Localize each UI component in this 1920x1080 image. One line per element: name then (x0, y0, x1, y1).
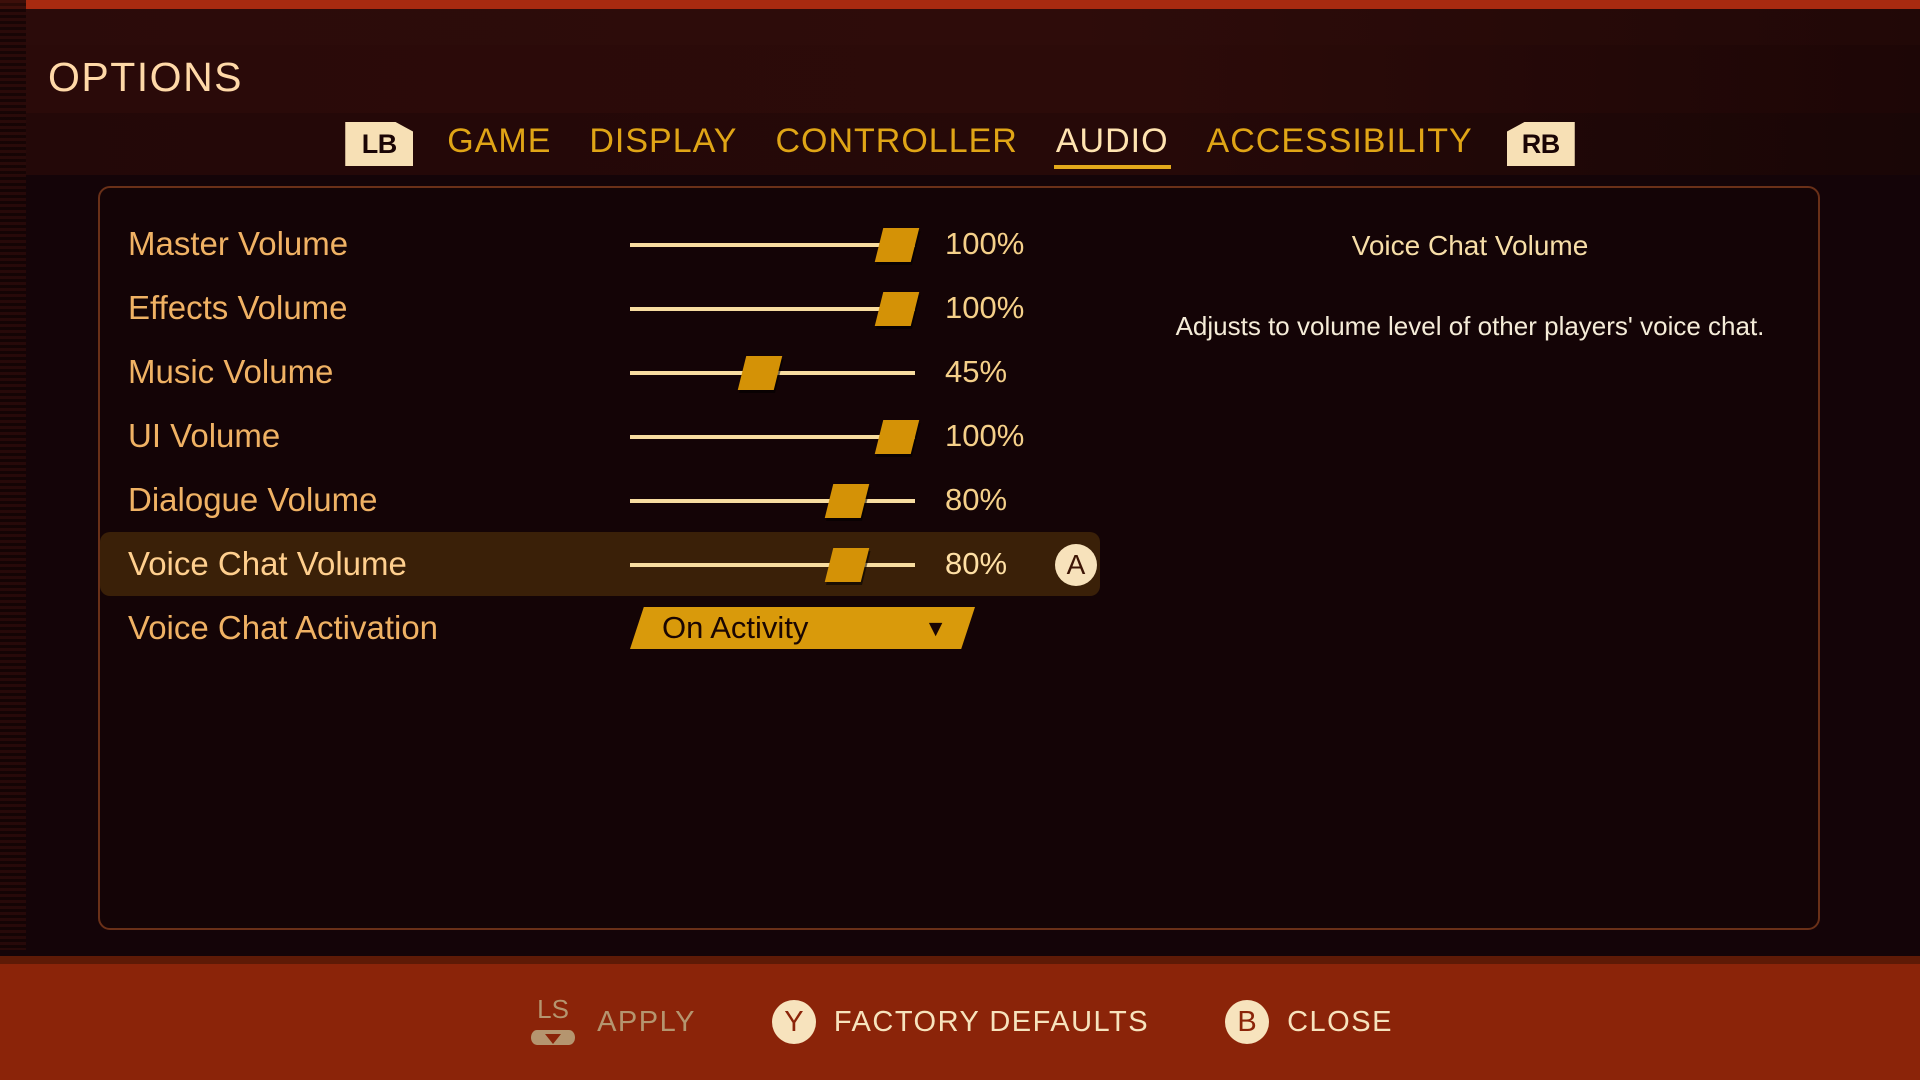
option-label: Voice Chat Volume (128, 545, 407, 582)
tab-display[interactable]: DISPLAY (585, 120, 741, 169)
footer-prompt-label: FACTORY DEFAULTS (833, 1005, 1150, 1038)
dropdown-value: On Activity (662, 610, 809, 645)
volume-slider[interactable] (630, 532, 915, 596)
slider-value: 100% (945, 290, 1025, 325)
chevron-down-icon: ▼ (924, 614, 947, 641)
right-bumper-icon[interactable]: RB (1506, 122, 1575, 166)
button-b-icon[interactable]: B (1225, 1000, 1270, 1044)
options-list: Master Volume 100% Effects Volume 100% Music… (100, 212, 1100, 660)
description-body: Adjusts to volume level of other players… (1175, 311, 1765, 341)
slider-handle[interactable] (874, 420, 920, 454)
footer-prompt[interactable]: LS APPLY (527, 996, 696, 1048)
header-band (0, 9, 1920, 45)
option-label: Voice Chat Activation (128, 609, 439, 646)
description-panel: Voice Chat Volume Adjusts to volume leve… (1120, 188, 1820, 344)
option-label: UI Volume (128, 417, 281, 454)
slider-value: 100% (945, 418, 1025, 453)
slider-handle[interactable] (737, 356, 783, 390)
slider-handle[interactable] (824, 484, 870, 518)
left-bumper-label: LB (361, 128, 398, 159)
stick-arrow (545, 1034, 562, 1044)
tab-accessibility[interactable]: ACCESSIBILITY (1203, 120, 1477, 169)
top-accent-strip (0, 0, 1920, 9)
left-bumper-icon[interactable]: LB (345, 122, 414, 166)
footer-prompt[interactable]: Y FACTORY DEFAULTS (771, 1000, 1150, 1044)
volume-slider[interactable] (630, 340, 915, 404)
slider-value: 80% (945, 546, 1008, 581)
tab-controller[interactable]: CONTROLLER (771, 120, 1021, 169)
slider-track (630, 243, 915, 247)
slider-handle[interactable] (824, 548, 870, 582)
option-row[interactable]: Voice Chat Volume 80% A (100, 532, 1100, 596)
slider-value: 80% (945, 482, 1008, 517)
button-a-icon[interactable]: A (1055, 544, 1097, 586)
page-title: OPTIONS (48, 54, 244, 100)
options-screen: OPTIONS LB GAME DISPLAY CONTROLLER AUDIO ACCE… (0, 0, 1920, 1080)
slider-track (630, 499, 915, 503)
title-band (0, 45, 1920, 113)
volume-slider[interactable] (630, 404, 920, 468)
option-row[interactable]: Music Volume 45% (100, 340, 1100, 404)
footer-prompt-label: APPLY (597, 1005, 696, 1038)
footer-prompt-label: CLOSE (1287, 1005, 1393, 1038)
left-stick-label: LS (537, 994, 569, 1024)
dropdown-select[interactable]: On Activity ▼ (630, 607, 975, 649)
volume-slider[interactable] (630, 212, 920, 276)
right-bumper-label: RB (1521, 128, 1561, 159)
slider-handle[interactable] (874, 228, 920, 262)
option-label: Music Volume (128, 353, 334, 390)
left-stick-icon: LS (527, 996, 579, 1048)
volume-slider[interactable] (630, 468, 915, 532)
tab-game[interactable]: GAME (443, 120, 555, 169)
option-row[interactable]: Voice Chat Activation On Activity ▼ (100, 596, 1100, 660)
slider-track (630, 435, 915, 439)
slider-value: 100% (945, 226, 1025, 261)
tab-audio[interactable]: AUDIO (1052, 120, 1173, 169)
options-panel: Master Volume 100% Effects Volume 100% Music… (98, 186, 1820, 930)
tab-bar: LB GAME DISPLAY CONTROLLER AUDIO ACCESSIBILIT… (0, 113, 1920, 175)
slider-track (630, 307, 915, 311)
slider-handle[interactable] (874, 292, 920, 326)
option-row[interactable]: UI Volume 100% (100, 404, 1100, 468)
footer-bar: LS APPLY Y FACTORY DEFAULTS B CLOSE (0, 964, 1920, 1080)
slider-track (630, 563, 915, 567)
option-label: Master Volume (128, 225, 349, 262)
footer-prompt[interactable]: B CLOSE (1225, 1000, 1393, 1044)
button-y-icon[interactable]: Y (771, 1000, 816, 1044)
footer-divider (0, 956, 1920, 964)
slider-value: 45% (945, 354, 1008, 389)
volume-slider[interactable] (630, 276, 920, 340)
option-row[interactable]: Dialogue Volume 80% (100, 468, 1100, 532)
option-row[interactable]: Master Volume 100% (100, 212, 1100, 276)
option-row[interactable]: Effects Volume 100% (100, 276, 1100, 340)
option-label: Dialogue Volume (128, 481, 378, 518)
description-title: Voice Chat Volume (1351, 230, 1589, 261)
option-label: Effects Volume (128, 289, 348, 326)
